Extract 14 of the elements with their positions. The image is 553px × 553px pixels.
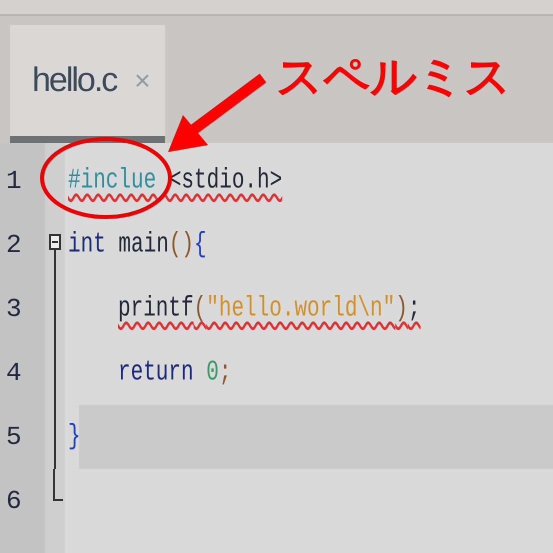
line-number: 2 <box>6 230 22 260</box>
code-text: printf("hello.world\n"); <box>118 293 420 325</box>
line-number: 4 <box>6 358 22 388</box>
line-number: 3 <box>6 294 22 324</box>
fold-end-line <box>53 469 63 501</box>
line-number: 1 <box>6 166 22 196</box>
line-number: 6 <box>6 486 22 516</box>
code-text: int main(){ <box>68 229 207 261</box>
code-text: return 0; <box>118 357 232 389</box>
code-text: } <box>68 421 81 453</box>
code-text: #inclue <stdio.h> <box>68 165 282 197</box>
annotation-label: スペルミス <box>276 48 511 105</box>
line-number: 5 <box>6 422 22 452</box>
file-tab[interactable]: hello.c × <box>10 25 165 143</box>
